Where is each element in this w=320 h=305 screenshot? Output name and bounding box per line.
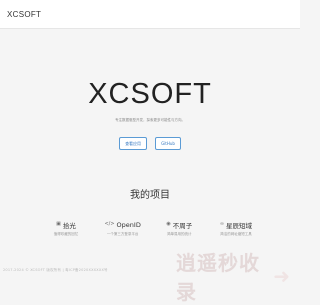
project-list: ▣ 拾光 值得珍藏的回忆 </> OpenID 一个第三方登录平台 ◉ 不周子 … xyxy=(40,220,262,244)
project-item-buzhouzi[interactable]: ◉ 不周子 简单易用的统计 xyxy=(153,220,205,244)
link-icon: ∞ xyxy=(219,221,225,227)
code-icon: </> xyxy=(104,221,115,227)
hero-subtitle: 专注数据驱型开发，探索更多可能性与方向。 xyxy=(115,118,185,122)
project-desc: 一个第三方登录平台 xyxy=(106,232,139,236)
image-icon: ▣ xyxy=(56,221,61,227)
project-item-xingchen[interactable]: ∞ 星辰短域 简洁的网址缩短工具 xyxy=(210,220,262,244)
project-desc: 值得珍藏的回忆 xyxy=(53,232,79,236)
navbar-brand[interactable]: XCSOFT xyxy=(7,10,41,19)
project-title: OpenID xyxy=(116,220,141,229)
navbar: XCSOFT xyxy=(0,0,300,29)
project-title: 不周子 xyxy=(172,221,193,230)
project-title: 拾光 xyxy=(62,221,76,230)
project-desc: 简洁的网址缩短工具 xyxy=(220,232,252,236)
project-item-shiguang[interactable]: ▣ 拾光 值得珍藏的回忆 xyxy=(40,220,92,244)
footer-text: 2017-2024 © XCSOFT 版权所有 | 粤ICP备2020XXXXX… xyxy=(3,268,108,272)
hero-title: XCSOFT xyxy=(88,78,212,110)
arrow-icon: ➜ xyxy=(273,264,291,288)
github-button[interactable]: GitHub xyxy=(155,137,181,150)
robot-icon: ◉ xyxy=(166,221,171,227)
project-desc: 简单易用的统计 xyxy=(167,232,192,236)
hero-buttons: 查看应用 GitHub xyxy=(0,137,300,150)
view-apps-button[interactable]: 查看应用 xyxy=(119,137,148,150)
project-item-openid[interactable]: </> OpenID 一个第三方登录平台 xyxy=(97,220,149,244)
watermark-text: 逍遥秒收录 xyxy=(176,251,260,304)
section-title: 我的项目 xyxy=(130,190,170,201)
project-title: 星辰短域 xyxy=(226,221,253,230)
watermark: 逍遥秒收录 ➜ xyxy=(176,251,291,304)
